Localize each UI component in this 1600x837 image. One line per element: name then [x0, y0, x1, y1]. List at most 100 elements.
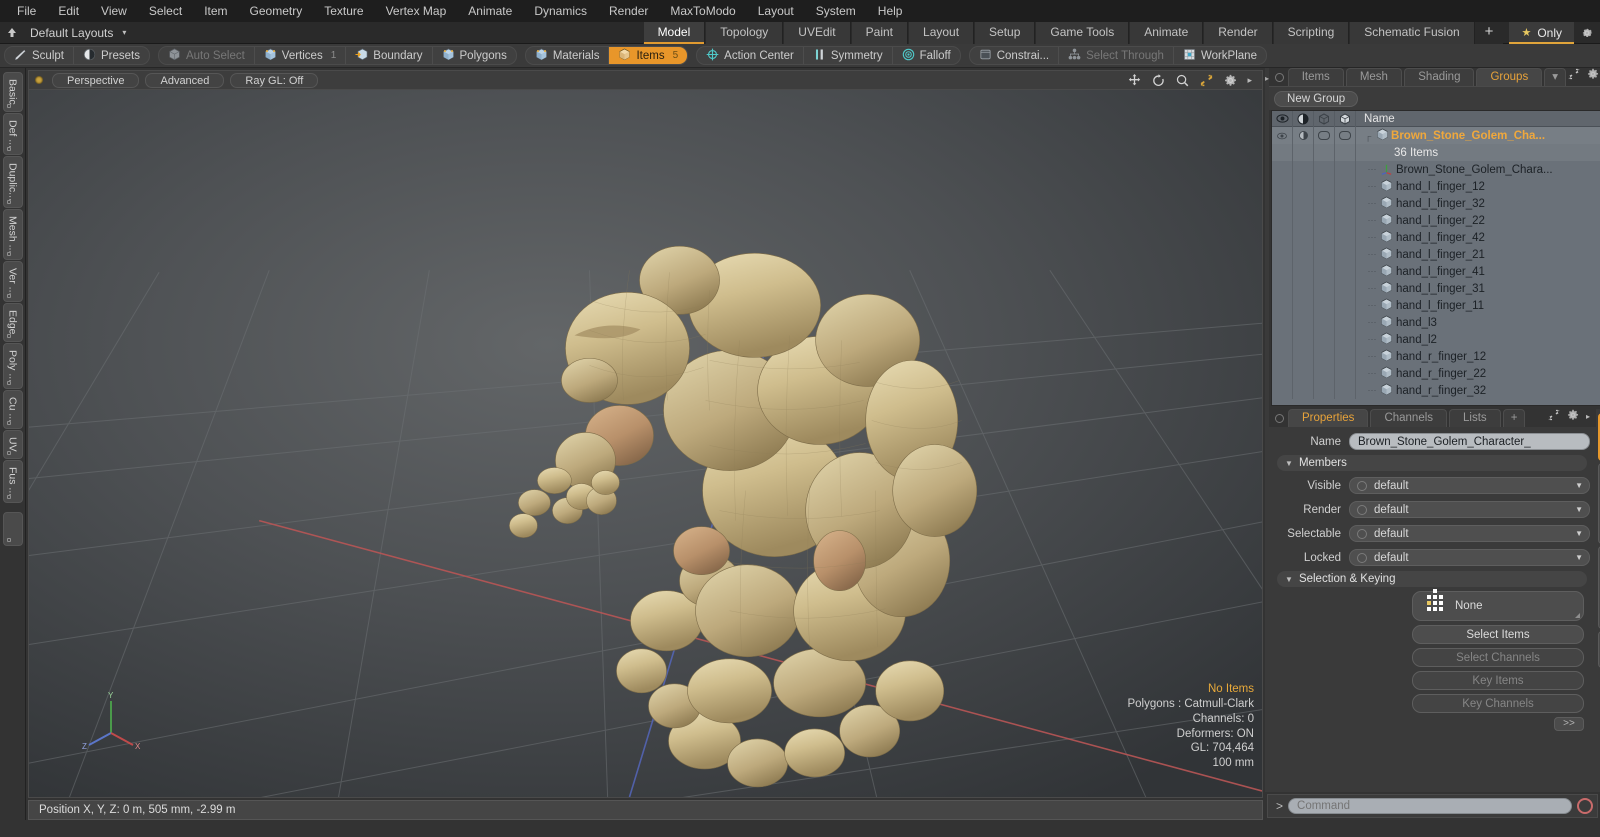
viewport-raygl-button[interactable]: Ray GL: Off [230, 72, 319, 88]
row-shade-cell[interactable] [1293, 331, 1315, 348]
tree-item-row[interactable]: ⋯ hand_l2 [1272, 331, 1600, 348]
row-shade-cell[interactable] [1293, 161, 1315, 178]
toolbar-button-action-center[interactable]: Action Center [697, 47, 804, 64]
layout-tab-model[interactable]: Model [642, 21, 706, 44]
row-cell-3[interactable] [1314, 280, 1336, 297]
menu-item-file[interactable]: File [6, 0, 47, 22]
row-cell-3[interactable] [1314, 246, 1336, 263]
toolbar-button-sculpt[interactable]: Sculpt [5, 47, 74, 64]
row-cell-4[interactable] [1335, 229, 1357, 246]
tree-item-row[interactable]: ⋯ hand_l3 [1272, 314, 1600, 331]
new-group-button[interactable]: New Group [1274, 91, 1359, 107]
3d-viewport[interactable]: No Items Polygons : Catmull-Clark Channe… [28, 89, 1263, 798]
row-visible-cell[interactable] [1272, 178, 1294, 195]
panel-tab-shading[interactable]: Shading [1404, 68, 1475, 86]
row-shade-cell[interactable] [1293, 297, 1315, 314]
property-radio-icon[interactable] [1357, 504, 1368, 515]
row-visible-cell[interactable] [1272, 195, 1294, 212]
row-cell-4[interactable] [1335, 263, 1357, 280]
row-cell-4[interactable] [1335, 212, 1357, 229]
row-shade-cell[interactable] [1293, 263, 1315, 280]
viewport-shading-button[interactable]: Advanced [145, 72, 225, 88]
row-cell-3[interactable] [1314, 297, 1336, 314]
layout-tab-scripting[interactable]: Scripting [1272, 21, 1350, 44]
toolbar-button-constrai[interactable]: Constrai... [970, 47, 1060, 64]
menu-item-view[interactable]: View [90, 0, 138, 22]
row-shade-cell[interactable] [1293, 246, 1315, 263]
menu-item-help[interactable]: Help [867, 0, 914, 22]
viewport-expand-arrow-icon[interactable]: ▸ [1247, 75, 1252, 86]
properties-tab-channels[interactable]: Channels [1370, 409, 1448, 427]
name-field[interactable]: Brown_Stone_Golem_Character_ [1349, 433, 1590, 450]
row-cell-3[interactable] [1314, 382, 1336, 399]
menu-item-animate[interactable]: Animate [457, 0, 523, 22]
members-section-header[interactable]: ▼ Members [1277, 455, 1587, 471]
panel-more-tabs-button[interactable]: ▾ [1544, 68, 1566, 86]
row-shade-cell[interactable] [1293, 382, 1315, 399]
left-tool-tab-1[interactable]: Def ... [2, 112, 23, 155]
row-visible-cell[interactable] [1272, 280, 1294, 297]
property-dropdown-locked[interactable]: default ▼ [1349, 549, 1590, 566]
left-tool-tab-6[interactable]: Poly ... [2, 342, 23, 390]
settings-gear-button[interactable] [1574, 22, 1600, 44]
toolbar-button-vertices[interactable]: Vertices 1 [255, 47, 347, 64]
record-icon[interactable] [1577, 798, 1593, 814]
row-cell-3[interactable] [1314, 178, 1336, 195]
row-shade-cell[interactable] [1293, 212, 1315, 229]
menu-item-edit[interactable]: Edit [47, 0, 90, 22]
row-cell-3[interactable] [1314, 348, 1336, 365]
layout-tab-render[interactable]: Render [1203, 21, 1273, 44]
menu-item-layout[interactable]: Layout [747, 0, 805, 22]
expand-properties-button[interactable]: >> [1554, 717, 1584, 731]
left-tool-tab-extra[interactable] [2, 511, 23, 546]
row-shade-cell[interactable] [1293, 280, 1315, 297]
properties-popout-icon[interactable] [1548, 409, 1560, 424]
tree-item-row[interactable]: ⋯ hand_r_finger_22 [1272, 365, 1600, 382]
row-cell-4[interactable] [1335, 195, 1357, 212]
toolbar-button-symmetry[interactable]: Symmetry [804, 47, 893, 64]
row-cell-4[interactable] [1335, 280, 1357, 297]
menu-item-dynamics[interactable]: Dynamics [523, 0, 598, 22]
tree-item-row[interactable]: ⋯ Brown_Stone_Golem_Chara... [1272, 161, 1600, 178]
menu-item-texture[interactable]: Texture [313, 0, 374, 22]
menu-item-item[interactable]: Item [193, 0, 238, 22]
menu-item-select[interactable]: Select [138, 0, 193, 22]
row-cell-4[interactable] [1335, 331, 1357, 348]
panel-tab-groups[interactable]: Groups [1476, 68, 1543, 86]
properties-gear-icon[interactable] [1567, 409, 1579, 424]
row-cell-4[interactable] [1335, 382, 1357, 399]
viewport-indicator-dot[interactable] [35, 76, 43, 84]
row-shade-cell[interactable] [1293, 365, 1315, 382]
toolbar-button-items[interactable]: Items 5 [609, 47, 688, 64]
menu-item-geometry[interactable]: Geometry [239, 0, 314, 22]
row-cell-3[interactable] [1314, 263, 1336, 280]
button-select-items[interactable]: Select Items [1412, 625, 1584, 644]
row-cell-3[interactable] [1314, 365, 1336, 382]
layout-tab-uvedit[interactable]: UVEdit [783, 21, 851, 44]
properties-tab-properties[interactable]: Properties [1288, 409, 1369, 427]
property-radio-icon[interactable] [1357, 480, 1368, 491]
row-cell-4[interactable] [1335, 297, 1357, 314]
row-shade-cell[interactable] [1293, 314, 1315, 331]
menu-item-render[interactable]: Render [598, 0, 659, 22]
row-cell-3[interactable] [1314, 161, 1336, 178]
toolbar-button-workplane[interactable]: WorkPlane [1174, 47, 1266, 64]
row-cell-4[interactable] [1335, 161, 1357, 178]
panel-gear-icon[interactable] [1587, 68, 1599, 83]
property-dropdown-visible[interactable]: default ▼ [1349, 477, 1590, 494]
property-dropdown-render[interactable]: default ▼ [1349, 501, 1590, 518]
tree-item-row[interactable]: ⋯ hand_l_finger_12 [1272, 178, 1600, 195]
layout-tab-topology[interactable]: Topology [705, 21, 784, 44]
tree-item-row[interactable]: ⋯ hand_l_finger_21 [1272, 246, 1600, 263]
selection-set-button[interactable]: None [1412, 589, 1584, 621]
tree-item-row[interactable]: ⋯ hand_l_finger_31 [1272, 280, 1600, 297]
gear-icon[interactable] [1223, 73, 1238, 88]
row-visible-cell[interactable] [1272, 314, 1294, 331]
row-shade-cell[interactable] [1293, 348, 1315, 365]
rotate-icon[interactable] [1151, 73, 1166, 88]
row-shade-toggle[interactable] [1293, 127, 1315, 144]
row-cell-3[interactable] [1314, 331, 1336, 348]
layout-tab-setup[interactable]: Setup [974, 21, 1036, 44]
groups-tree[interactable]: Name ┌ Brown_Stone_Golem_Cha... 36 Items [1271, 110, 1600, 406]
move-icon[interactable] [1127, 73, 1142, 88]
